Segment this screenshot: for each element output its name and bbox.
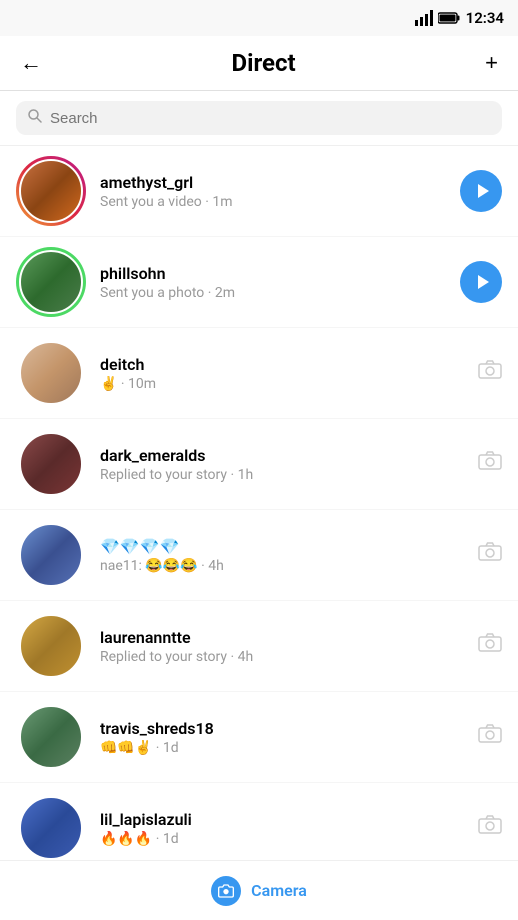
conversation-preview: 🔥🔥🔥 · 1d [100, 831, 464, 847]
conversation-action [478, 542, 502, 568]
avatar-wrap [16, 520, 86, 590]
page-title: Direct [232, 49, 296, 77]
conversation-action [478, 724, 502, 750]
status-time: 12:34 [466, 9, 504, 27]
avatar-ring [16, 520, 86, 590]
conversation-action [478, 360, 502, 386]
avatar-wrap [16, 247, 86, 317]
avatar-wrap [16, 156, 86, 226]
camera-icon [478, 542, 502, 568]
avatar-ring [16, 702, 86, 772]
conversation-preview: Sent you a photo · 2m [100, 285, 446, 301]
avatar-ring [16, 611, 86, 681]
status-icons [415, 10, 460, 26]
avatar [19, 159, 83, 223]
conversation-item[interactable]: deitch ✌️ · 10m [0, 328, 518, 419]
avatar-ring [16, 247, 86, 317]
search-input-wrap[interactable] [16, 101, 502, 135]
avatar [19, 614, 83, 678]
add-icon: + [485, 50, 498, 76]
conversation-item[interactable]: travis_shreds18 👊👊✌️ · 1d [0, 692, 518, 783]
conversation-name: travis_shreds18 [100, 719, 464, 738]
conversation-item[interactable]: 💎💎💎💎 nae11: 😂😂😂 · 4h [0, 510, 518, 601]
conversation-info: deitch ✌️ · 10m [100, 355, 464, 392]
conversation-list: amethyst_grl Sent you a video · 1m phillso… [0, 146, 518, 874]
avatar-wrap [16, 702, 86, 772]
avatar [19, 432, 83, 496]
avatar-ring [16, 156, 86, 226]
camera-circle-icon [211, 876, 241, 906]
avatar [19, 796, 83, 860]
header: ← Direct + [0, 36, 518, 91]
conversation-preview: 👊👊✌️ · 1d [100, 740, 464, 756]
conversation-info: 💎💎💎💎 nae11: 😂😂😂 · 4h [100, 537, 464, 574]
conversation-name: laurenanntte [100, 628, 464, 647]
conversation-preview: ✌️ · 10m [100, 376, 464, 392]
conversation-info: laurenanntte Replied to your story · 4h [100, 628, 464, 665]
camera-icon [478, 724, 502, 750]
conversation-name: deitch [100, 355, 464, 374]
avatar-ring [16, 338, 86, 408]
conversation-action [478, 451, 502, 477]
conversation-preview: nae11: 😂😂😂 · 4h [100, 558, 464, 574]
signal-icon [415, 10, 433, 26]
conversation-name: dark_emeralds [100, 446, 464, 465]
camera-icon [478, 815, 502, 841]
avatar-wrap [16, 429, 86, 499]
conversation-preview: Replied to your story · 1h [100, 467, 464, 483]
search-icon [28, 109, 42, 127]
status-bar: 12:34 [0, 0, 518, 36]
bottom-camera-bar[interactable]: Camera [0, 860, 518, 920]
play-button[interactable] [460, 170, 502, 212]
conversation-name: amethyst_grl [100, 173, 446, 192]
search-bar [0, 91, 518, 146]
conversation-info: dark_emeralds Replied to your story · 1h [100, 446, 464, 483]
avatar-wrap [16, 338, 86, 408]
conversation-item[interactable]: amethyst_grl Sent you a video · 1m [0, 146, 518, 237]
back-button[interactable]: ← [16, 46, 46, 80]
avatar [19, 705, 83, 769]
conversation-action [478, 633, 502, 659]
conversation-info: lil_lapislazuli 🔥🔥🔥 · 1d [100, 810, 464, 847]
camera-icon [478, 360, 502, 386]
conversation-action[interactable] [460, 261, 502, 303]
avatar [19, 523, 83, 587]
search-input[interactable] [50, 110, 490, 127]
conversation-item[interactable]: phillsohn Sent you a photo · 2m [0, 237, 518, 328]
play-button[interactable] [460, 261, 502, 303]
avatar-wrap [16, 793, 86, 863]
camera-icon [478, 633, 502, 659]
conversation-item[interactable]: dark_emeralds Replied to your story · 1h [0, 419, 518, 510]
camera-icon [478, 451, 502, 477]
conversation-info: amethyst_grl Sent you a video · 1m [100, 173, 446, 210]
avatar-ring [16, 793, 86, 863]
conversation-item[interactable]: laurenanntte Replied to your story · 4h [0, 601, 518, 692]
battery-icon [438, 12, 460, 24]
new-message-button[interactable]: + [481, 46, 502, 80]
avatar-wrap [16, 611, 86, 681]
conversation-action[interactable] [460, 170, 502, 212]
conversation-info: phillsohn Sent you a photo · 2m [100, 264, 446, 301]
conversation-preview: Replied to your story · 4h [100, 649, 464, 665]
conversation-name: lil_lapislazuli [100, 810, 464, 829]
conversation-action [478, 815, 502, 841]
avatar-ring [16, 429, 86, 499]
avatar [19, 341, 83, 405]
conversation-name: 💎💎💎💎 [100, 537, 464, 556]
back-arrow-icon: ← [20, 50, 42, 76]
avatar [19, 250, 83, 314]
camera-label: Camera [251, 881, 307, 900]
conversation-preview: Sent you a video · 1m [100, 194, 446, 210]
conversation-name: phillsohn [100, 264, 446, 283]
conversation-info: travis_shreds18 👊👊✌️ · 1d [100, 719, 464, 756]
